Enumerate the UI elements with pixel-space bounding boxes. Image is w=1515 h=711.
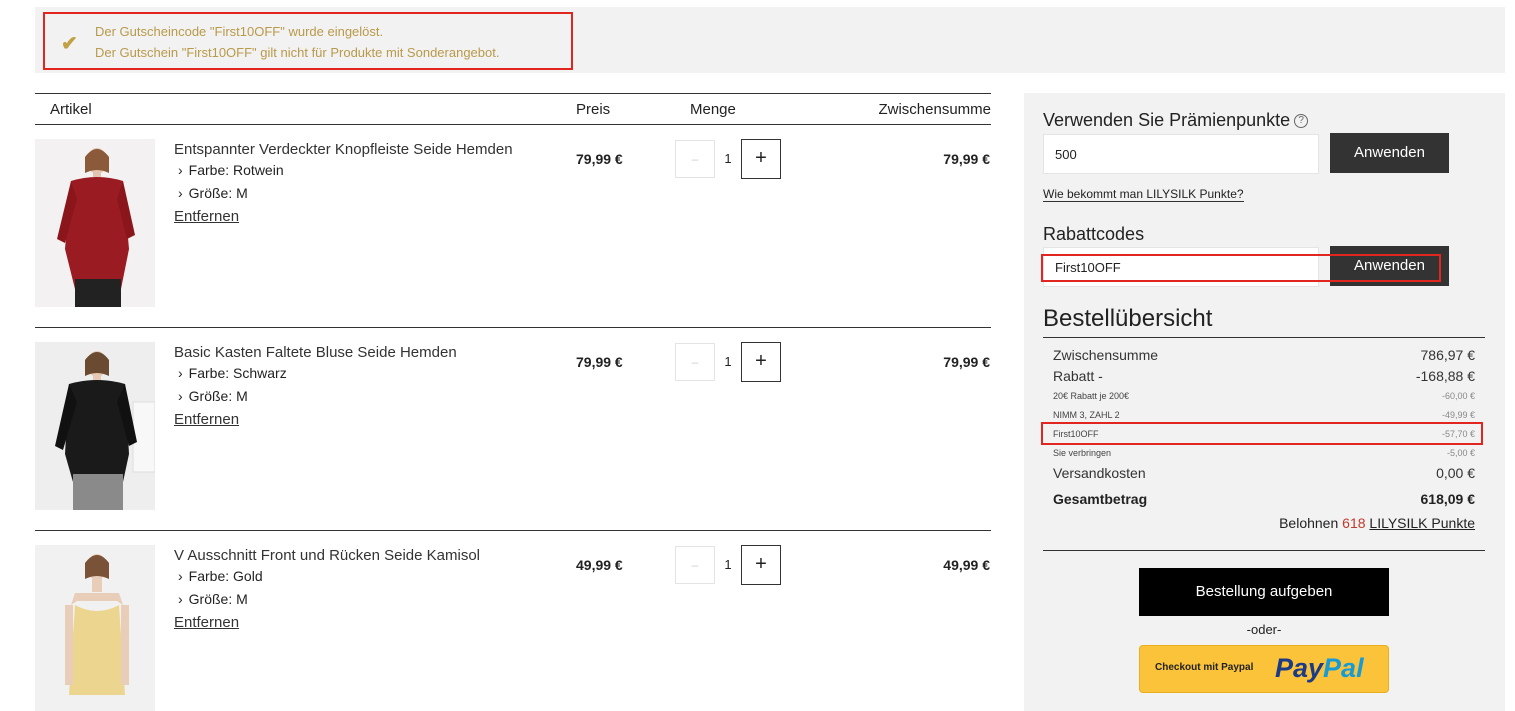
product-title[interactable]: Entspannter Verdeckter Knopfleiste Seide…	[174, 141, 513, 158]
checkmark-icon: ✔	[61, 33, 78, 55]
product-color: › Farbe: Rotwein	[178, 162, 284, 178]
qty-increase-button[interactable]: +	[741, 342, 781, 382]
paypal-button[interactable]: Checkout mit Paypal PayPal	[1139, 645, 1389, 693]
chevron-right-icon: ›	[178, 568, 183, 584]
coupon-notice: ✔ Der Gutscheincode "First10OFF" wurde e…	[35, 7, 1505, 73]
row-divider	[35, 530, 991, 531]
remove-link[interactable]: Entfernen	[174, 614, 239, 631]
item-subtotal: 79,99 €	[943, 354, 990, 370]
qty-value[interactable]: 1	[715, 140, 741, 178]
points-title: Verwenden Sie Prämienpunkte?	[1043, 110, 1309, 131]
summary-title: Bestellübersicht	[1043, 305, 1213, 332]
reward-points: Belohnen 618 LILYSILK Punkte	[1279, 515, 1475, 531]
header-item: Artikel	[50, 101, 92, 118]
remove-link[interactable]: Entfernen	[174, 411, 239, 428]
summary-divider	[1043, 337, 1485, 338]
qty-decrease-button[interactable]: –	[675, 343, 715, 381]
paypal-logo-icon: PayPal	[1275, 653, 1364, 683]
product-color: › Farbe: Schwarz	[178, 365, 287, 381]
remove-link[interactable]: Entfernen	[174, 208, 239, 225]
chevron-right-icon: ›	[178, 185, 183, 201]
order-sidebar	[1024, 93, 1505, 711]
notice-line-1: Der Gutscheincode "First10OFF" wurde ein…	[95, 24, 384, 39]
item-subtotal: 49,99 €	[943, 557, 990, 573]
product-title[interactable]: V Ausschnitt Front und Rücken Seide Kami…	[174, 547, 480, 564]
qty-value[interactable]: 1	[715, 343, 741, 381]
coupon-title: Rabattcodes	[1043, 224, 1145, 244]
chevron-right-icon: ›	[178, 388, 183, 404]
paypal-label: Checkout mit Paypal	[1155, 662, 1254, 673]
header-qty: Menge	[690, 101, 736, 118]
help-icon[interactable]: ?	[1294, 114, 1309, 128]
product-image[interactable]	[35, 545, 155, 711]
chevron-right-icon: ›	[178, 162, 183, 178]
product-size: › Größe: M	[178, 388, 248, 404]
place-order-button[interactable]: Bestellung aufgeben	[1139, 568, 1389, 616]
notice-line-2: Der Gutschein "First10OFF" gilt nicht fü…	[95, 45, 500, 60]
product-size: › Größe: M	[178, 185, 248, 201]
header-subtotal: Zwischensumme	[878, 101, 991, 118]
product-image[interactable]	[35, 139, 155, 307]
product-title[interactable]: Basic Kasten Faltete Bluse Seide Hemden	[174, 344, 457, 361]
header-price: Preis	[576, 101, 611, 118]
points-apply-button[interactable]: Anwenden	[1330, 133, 1449, 173]
notice-highlight: ✔ Der Gutscheincode "First10OFF" wurde e…	[43, 12, 573, 70]
item-price: 49,99 €	[576, 557, 623, 573]
points-input[interactable]	[1043, 134, 1319, 174]
row-divider	[35, 327, 991, 328]
reward-link[interactable]: LILYSILK Punkte	[1369, 515, 1475, 531]
qty-increase-button[interactable]: +	[741, 139, 781, 179]
product-color: › Farbe: Gold	[178, 568, 263, 584]
qty-value[interactable]: 1	[715, 546, 741, 584]
item-price: 79,99 €	[576, 151, 623, 167]
product-image[interactable]	[35, 342, 155, 510]
chevron-right-icon: ›	[178, 591, 183, 607]
qty-decrease-button[interactable]: –	[675, 140, 715, 178]
product-size: › Größe: M	[178, 591, 248, 607]
coupon-highlight	[1041, 254, 1441, 282]
or-separator: -oder-	[1246, 622, 1282, 637]
chevron-right-icon: ›	[178, 365, 183, 381]
summary-divider	[1043, 550, 1485, 551]
qty-increase-button[interactable]: +	[741, 545, 781, 585]
discount-highlight	[1041, 422, 1483, 445]
points-help-link[interactable]: Wie bekommt man LILYSILK Punkte?	[1043, 187, 1244, 202]
cart-header: Artikel Preis Menge Zwischensumme	[35, 93, 991, 125]
qty-decrease-button[interactable]: –	[675, 546, 715, 584]
item-subtotal: 79,99 €	[943, 151, 990, 167]
item-price: 79,99 €	[576, 354, 623, 370]
